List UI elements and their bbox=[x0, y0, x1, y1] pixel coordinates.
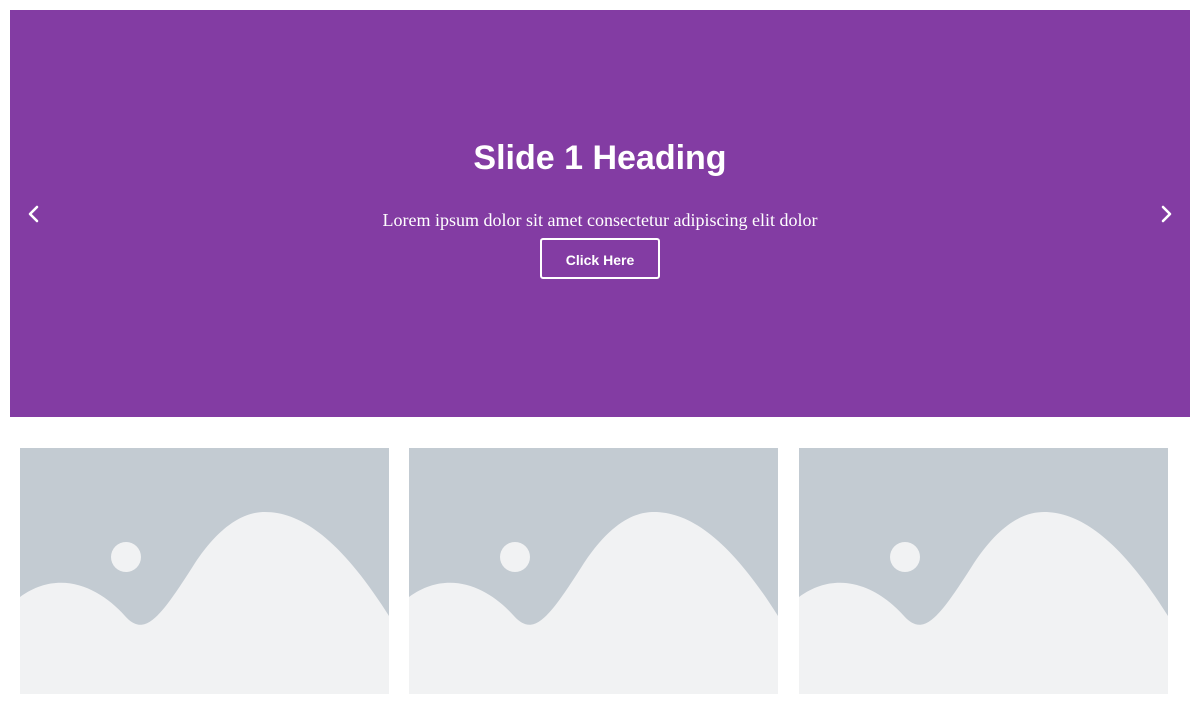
placeholder-image-icon bbox=[409, 448, 778, 694]
slide-description: Lorem ipsum dolor sit amet consectetur a… bbox=[382, 210, 818, 230]
slider-next-button[interactable] bbox=[1154, 202, 1178, 226]
page: Slide 1 Heading Lorem ipsum dolor sit am… bbox=[0, 0, 1200, 708]
gallery-item[interactable] bbox=[409, 448, 778, 694]
placeholder-image-icon bbox=[799, 448, 1168, 694]
slider: Slide 1 Heading Lorem ipsum dolor sit am… bbox=[10, 10, 1190, 417]
slide-cta-button[interactable]: Click Here bbox=[540, 238, 660, 279]
image-gallery bbox=[20, 448, 1168, 694]
gallery-item[interactable] bbox=[799, 448, 1168, 694]
chevron-right-icon bbox=[1161, 205, 1172, 223]
slide-heading: Slide 1 Heading bbox=[473, 139, 727, 177]
placeholder-image-icon bbox=[20, 448, 389, 694]
gallery-item[interactable] bbox=[20, 448, 389, 694]
slide: Slide 1 Heading Lorem ipsum dolor sit am… bbox=[10, 138, 1190, 279]
